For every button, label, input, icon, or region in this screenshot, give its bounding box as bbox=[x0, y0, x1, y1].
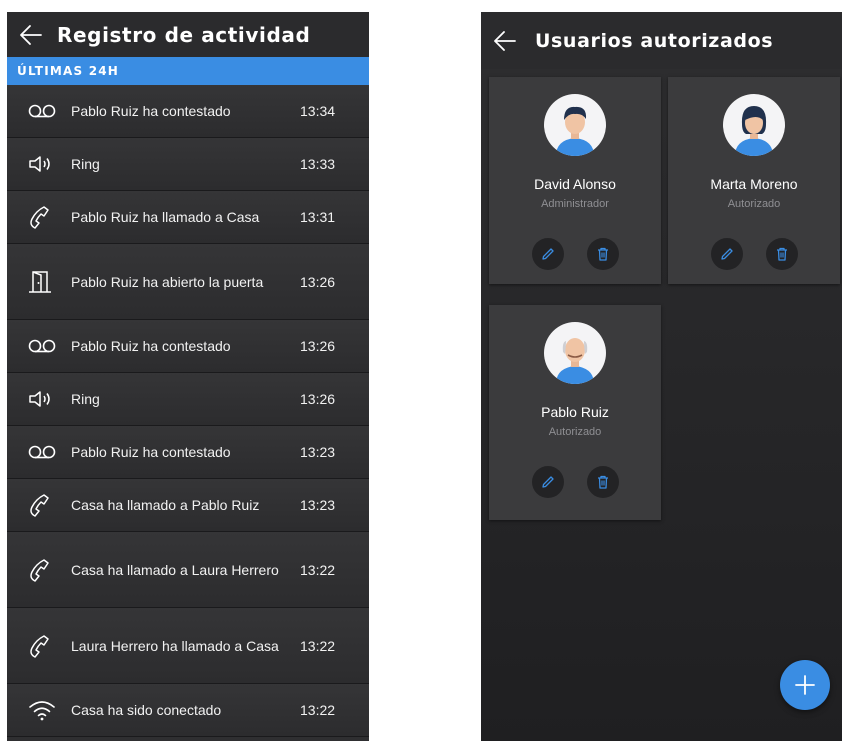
user-name: Pablo Ruiz bbox=[541, 404, 609, 420]
activity-item[interactable]: Pablo Ruiz ha contestado 13:34 bbox=[7, 85, 369, 138]
activity-item[interactable]: Pablo Ruiz ha contestado 13:23 bbox=[7, 426, 369, 479]
trash-icon bbox=[597, 247, 608, 261]
voicemail-icon bbox=[27, 338, 71, 354]
activity-time: 13:31 bbox=[300, 209, 336, 225]
user-actions bbox=[489, 466, 661, 498]
phone-icon bbox=[27, 493, 71, 517]
activity-text: Pablo Ruiz ha contestado bbox=[71, 103, 231, 119]
activity-text: Casa ha llamado a Pablo Ruiz bbox=[71, 497, 260, 513]
female-avatar-icon bbox=[723, 94, 785, 156]
activity-item[interactable]: Pablo Ruiz ha abierto la puerta 13:26 bbox=[7, 244, 369, 320]
phone-icon bbox=[27, 634, 71, 658]
pencil-icon bbox=[541, 476, 554, 488]
trash-icon bbox=[597, 475, 608, 489]
pencil-icon bbox=[720, 248, 733, 260]
pencil-icon bbox=[541, 248, 554, 260]
user-card[interactable]: David Alonso Administrador bbox=[489, 77, 661, 284]
activity-list: Pablo Ruiz ha contestado 13:34 Ring 13:3… bbox=[7, 85, 369, 737]
male-avatar-icon bbox=[544, 94, 606, 156]
delete-button[interactable] bbox=[765, 238, 798, 270]
activity-time: 13:22 bbox=[300, 702, 336, 718]
activity-item[interactable]: Ring 13:33 bbox=[7, 138, 369, 191]
user-role: Autorizado bbox=[548, 426, 602, 438]
activity-text: Laura Herrero ha llamado a Casa bbox=[71, 637, 279, 654]
arrow-left-icon bbox=[20, 24, 42, 45]
activity-time: 13:33 bbox=[300, 156, 336, 172]
activity-time: 13:26 bbox=[300, 391, 336, 407]
activity-log-header: Registro de actividad bbox=[7, 12, 369, 57]
user-actions bbox=[489, 238, 661, 270]
phone-icon bbox=[27, 205, 71, 229]
activity-text: Pablo Ruiz ha abierto la puerta bbox=[71, 273, 264, 290]
activity-item[interactable]: Casa ha llamado a Pablo Ruiz 13:23 bbox=[7, 479, 369, 532]
activity-text: Pablo Ruiz ha contestado bbox=[71, 338, 231, 354]
voicemail-icon bbox=[27, 444, 71, 460]
delete-button[interactable] bbox=[586, 466, 619, 498]
authorized-users-header: Usuarios autorizados bbox=[481, 12, 842, 69]
activity-time: 13:26 bbox=[300, 338, 336, 354]
activity-time: 13:22 bbox=[300, 637, 336, 654]
activity-time: 13:23 bbox=[300, 497, 336, 513]
back-button[interactable] bbox=[13, 17, 49, 53]
edit-button[interactable] bbox=[531, 238, 564, 270]
edit-button[interactable] bbox=[531, 466, 564, 498]
activity-item[interactable]: Casa ha llamado a Laura Herrero 13:22 bbox=[7, 532, 369, 608]
speaker-icon bbox=[27, 154, 71, 174]
door-icon bbox=[27, 270, 71, 294]
activity-text: Ring bbox=[71, 391, 100, 407]
edit-button[interactable] bbox=[710, 238, 743, 270]
add-user-button[interactable] bbox=[780, 660, 830, 710]
activity-time: 13:34 bbox=[300, 103, 336, 119]
user-actions bbox=[668, 238, 840, 270]
back-button[interactable] bbox=[487, 23, 523, 59]
user-name: David Alonso bbox=[534, 176, 616, 192]
user-card[interactable]: Marta Moreno Autorizado bbox=[668, 77, 840, 284]
activity-text: Casa ha llamado a Laura Herrero bbox=[71, 561, 279, 578]
arrow-left-icon bbox=[494, 30, 516, 51]
activity-item[interactable]: Laura Herrero ha llamado a Casa 13:22 bbox=[7, 608, 369, 684]
activity-item[interactable]: Pablo Ruiz ha llamado a Casa 13:31 bbox=[7, 191, 369, 244]
page-title: Registro de actividad bbox=[57, 22, 311, 47]
activity-text: Ring bbox=[71, 156, 100, 172]
page-title: Usuarios autorizados bbox=[535, 29, 774, 52]
user-role: Autorizado bbox=[727, 198, 781, 210]
activity-item[interactable]: Ring 13:26 bbox=[7, 373, 369, 426]
section-header-last-24h: ÚLTIMAS 24H bbox=[7, 57, 369, 85]
activity-item[interactable]: Casa ha sido conectado 13:22 bbox=[7, 684, 369, 737]
user-name: Marta Moreno bbox=[710, 176, 798, 192]
activity-time: 13:22 bbox=[300, 561, 336, 578]
phone-icon bbox=[27, 558, 71, 582]
voicemail-icon bbox=[27, 103, 71, 119]
wifi-icon bbox=[27, 699, 71, 721]
authorized-users-screen: Usuarios autorizados David Alonso Admini… bbox=[481, 12, 842, 741]
user-role: Administrador bbox=[541, 198, 609, 210]
speaker-icon bbox=[27, 389, 71, 409]
delete-button[interactable] bbox=[586, 238, 619, 270]
plus-icon bbox=[795, 675, 815, 695]
trash-icon bbox=[776, 247, 787, 261]
activity-time: 13:23 bbox=[300, 444, 336, 460]
activity-log-screen: Registro de actividad ÚLTIMAS 24H Pablo … bbox=[7, 12, 369, 741]
activity-time: 13:26 bbox=[300, 273, 336, 290]
activity-text: Pablo Ruiz ha llamado a Casa bbox=[71, 209, 260, 225]
activity-text: Casa ha sido conectado bbox=[71, 702, 222, 718]
activity-text: Pablo Ruiz ha contestado bbox=[71, 444, 231, 460]
activity-item[interactable]: Pablo Ruiz ha contestado 13:26 bbox=[7, 320, 369, 373]
user-card[interactable]: Pablo Ruiz Autorizado bbox=[489, 305, 661, 520]
elder-male-avatar-icon bbox=[544, 322, 606, 384]
